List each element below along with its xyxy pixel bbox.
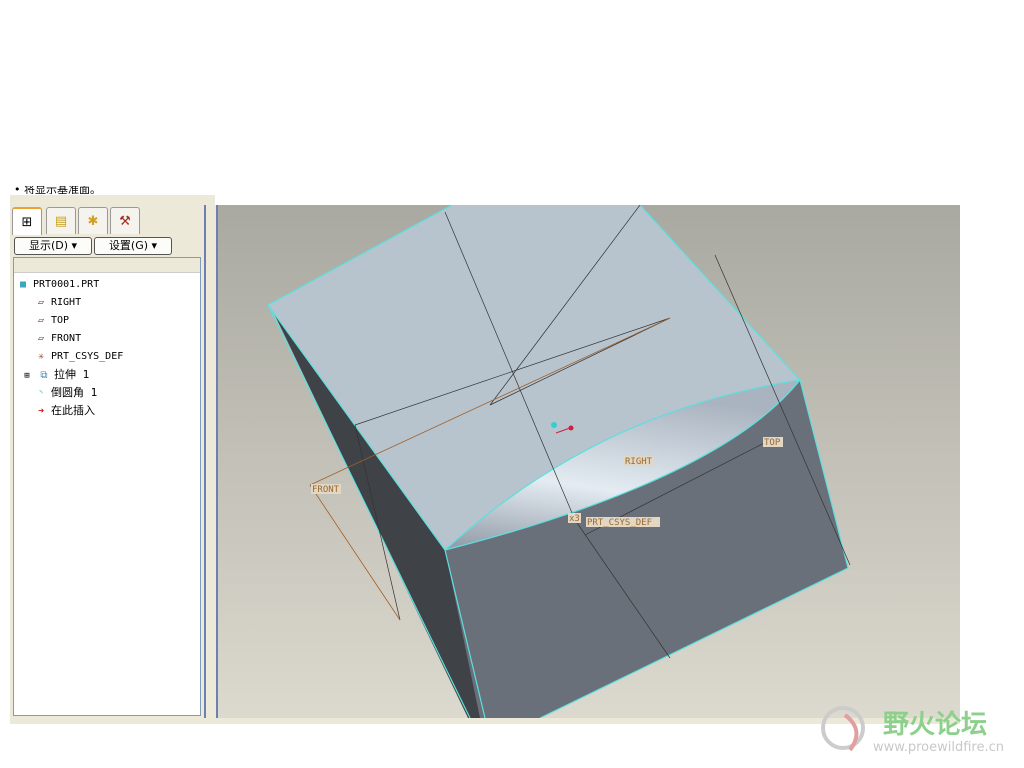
show-button[interactable]: 显示(D) ▾ [14, 237, 92, 255]
part-icon: ■ [19, 279, 27, 290]
tab-tools[interactable]: ⚒ [110, 207, 140, 234]
right-datum-label: RIGHT [625, 457, 653, 467]
datum-plane-icon: ▱ [37, 297, 45, 308]
csys-tag-label: x3 [569, 514, 580, 524]
watermark-logo-icon [821, 706, 865, 752]
tree-item-insert-here[interactable]: ➜ 在此插入 [34, 402, 95, 419]
settings-button[interactable]: 设置(G) ▾ [94, 237, 172, 255]
tools-icon: ⚒ [119, 213, 131, 229]
datum-plane-icon: ▱ [37, 333, 45, 344]
round-icon: ◝ [37, 388, 45, 399]
graphics-viewport[interactable]: FRONT RIGHT TOP x3 PRT_CSYS_DEF [218, 204, 960, 719]
csys-label: PRT_CSYS_DEF [587, 518, 652, 528]
model-view: FRONT RIGHT TOP x3 PRT_CSYS_DEF [267, 204, 851, 719]
datum-plane-icon: ▱ [37, 315, 45, 326]
model-tree: ■ PRT0001.PRT ▱ RIGHT ▱ TOP ▱ FRONT ✳ PRT_CSY… [13, 257, 201, 716]
tree-item-extrude[interactable]: ⊞ ⧉ 拉伸 1 [20, 366, 89, 383]
message-area: • 将显示基准面。 [14, 186, 101, 194]
front-datum-label: FRONT [312, 485, 340, 495]
top-datum-label: TOP [764, 438, 781, 448]
navigator-panel: ⊞ ▤ ✱ ⚒ 显示(D) ▾ 设置(G) ▾ ■ PRT0001.PRT ▱ RI… [10, 195, 215, 723]
expand-icon[interactable]: ⊞ [20, 368, 34, 385]
tab-favorites[interactable]: ✱ [78, 207, 108, 234]
insert-here-arrow-icon: ➜ [37, 406, 45, 417]
watermark: 野火论坛 www.proewildfire.cn [815, 700, 1020, 760]
panel-splitter[interactable] [204, 205, 218, 718]
model-tree-icon: ⊞ [21, 214, 33, 230]
folder-favorites-icon: ✱ [87, 213, 99, 229]
tree-item-round[interactable]: ◝ 倒圆角 1 [34, 384, 97, 401]
csys-icon: ✳ [37, 351, 45, 362]
tab-model-tree[interactable]: ⊞ [12, 207, 42, 235]
tree-item-front[interactable]: ▱ FRONT [34, 330, 81, 347]
tree-header [14, 258, 200, 273]
tree-item-right[interactable]: ▱ RIGHT [34, 294, 81, 311]
tab-layers[interactable]: ▤ [46, 207, 76, 234]
tree-item-csys[interactable]: ✳ PRT_CSYS_DEF [34, 348, 123, 365]
tree-item-top[interactable]: ▱ TOP [34, 312, 69, 329]
layers-icon: ▤ [54, 213, 68, 229]
extrude-icon: ⧉ [40, 370, 48, 381]
tree-item-part[interactable]: ■ PRT0001.PRT [16, 276, 99, 293]
